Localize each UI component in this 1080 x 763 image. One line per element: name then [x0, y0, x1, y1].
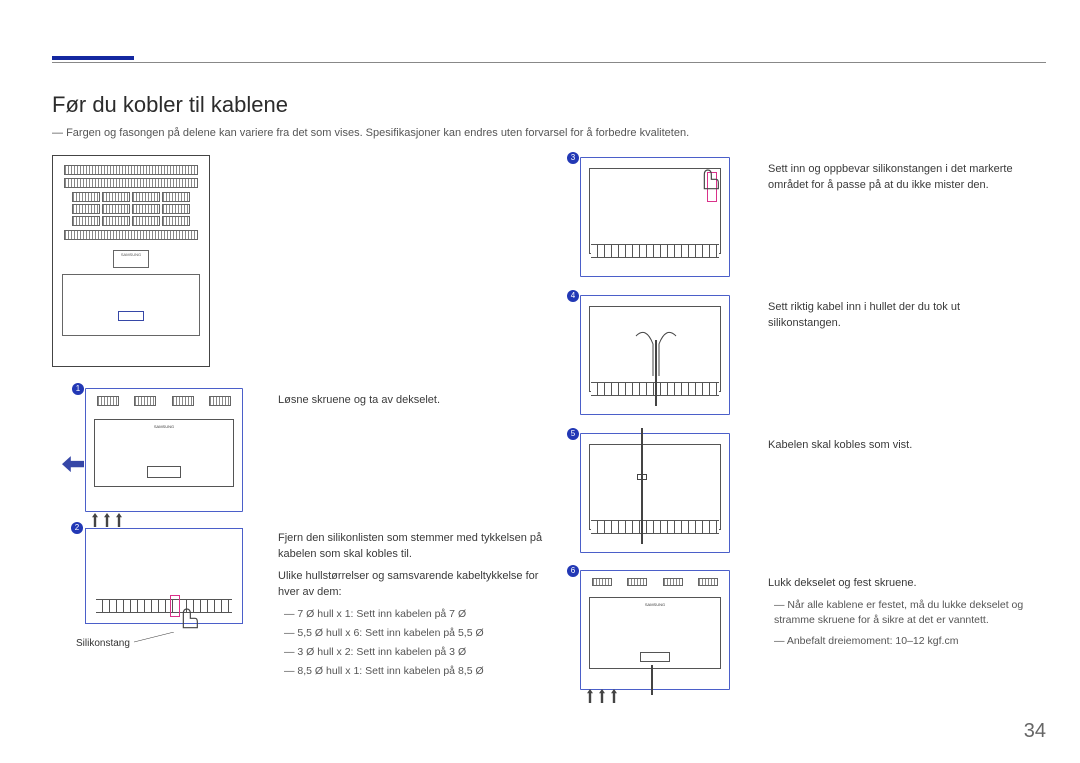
label-leader-line — [134, 632, 184, 652]
step-1-badge: 1 — [72, 383, 84, 395]
brand-logo-label: SAMSUNG — [113, 250, 149, 268]
step-2-text: Fjern den silikonlisten som stemmer med … — [278, 531, 548, 684]
screw-arrows-icon — [587, 689, 617, 703]
header-divider — [52, 62, 1046, 63]
arrow-left-icon — [62, 456, 84, 472]
step-5-badge: 5 — [567, 428, 579, 440]
step-2-diagram: 2 — [85, 528, 243, 624]
hand-icon — [174, 601, 202, 631]
intro-note: Fargen og fasongen på delene kan variere… — [52, 127, 689, 139]
step-4-badge: 4 — [567, 290, 579, 302]
step-6-diagram: 6 SAMSUNG — [580, 570, 730, 690]
step-6-text: Lukk dekselet og fest skruene. Når alle … — [768, 576, 1028, 650]
step-5-text: Kabelen skal kobles som vist. — [768, 438, 1028, 454]
page-number: 34 — [1024, 720, 1046, 743]
product-rear-diagram: SAMSUNG — [52, 155, 210, 367]
step-1-text: Løsne skruene og ta av dekselet. — [278, 393, 538, 409]
step-6-badge: 6 — [567, 565, 579, 577]
step-5-diagram: 5 — [580, 433, 730, 553]
page-title: Før du kobler til kablene — [52, 92, 288, 118]
screw-arrows-icon — [92, 513, 122, 527]
step-3-badge: 3 — [567, 152, 579, 164]
step-1-diagram: 1 SAMSUNG — [85, 388, 243, 512]
step-2-badge: 2 — [71, 522, 83, 534]
step-4-text: Sett riktig kabel inn i hullet der du to… — [768, 300, 1028, 332]
hand-icon — [695, 162, 723, 192]
step-3-text: Sett inn og oppbevar silikonstangen i de… — [768, 162, 1028, 194]
step-4-diagram: 4 — [580, 295, 730, 415]
step-3-diagram: 3 — [580, 157, 730, 277]
header-accent-bar — [52, 56, 134, 60]
silikonstang-label: Silikonstang — [76, 638, 130, 649]
